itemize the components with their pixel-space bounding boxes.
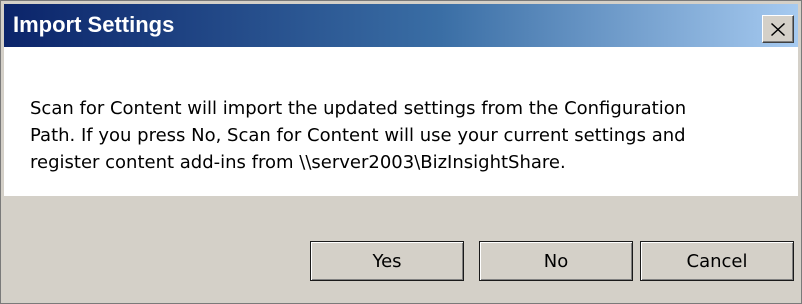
close-icon	[771, 22, 785, 36]
dialog-message: Scan for Content will import the updated…	[30, 95, 770, 176]
no-button[interactable]: No	[479, 241, 633, 281]
message-line: register content add-ins from \\server20…	[30, 152, 566, 173]
message-area: Scan for Content will import the updated…	[4, 47, 798, 196]
yes-button[interactable]: Yes	[310, 241, 464, 281]
dialog-title: Import Settings	[13, 12, 175, 37]
import-settings-dialog: Import Settings Scan for Content will im…	[0, 0, 802, 304]
message-line: Scan for Content will import the updated…	[30, 98, 687, 119]
message-line: Path. If you press No, Scan for Content …	[30, 125, 686, 146]
cancel-button[interactable]: Cancel	[640, 241, 794, 281]
close-button[interactable]	[762, 15, 794, 43]
title-bar[interactable]: Import Settings	[4, 4, 798, 47]
button-bar: Yes No Cancel	[4, 196, 798, 300]
